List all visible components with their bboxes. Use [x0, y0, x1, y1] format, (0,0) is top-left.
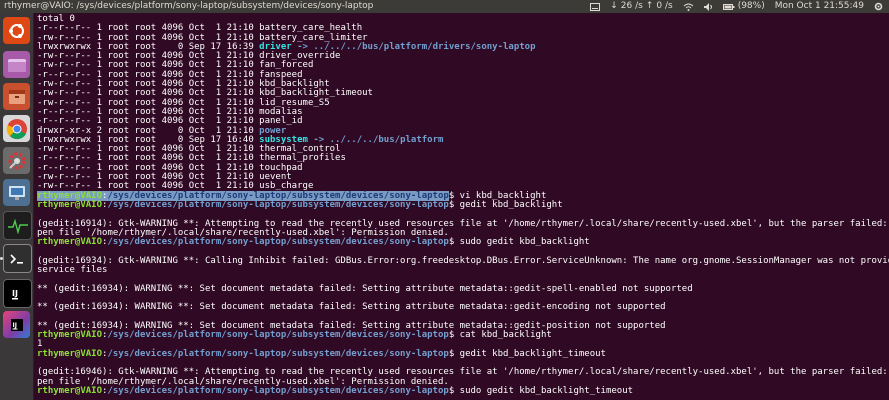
settings-launcher[interactable] — [3, 147, 30, 174]
output-text: service files — [37, 265, 108, 276]
network-download-label: 26 /s — [620, 1, 643, 11]
window-title: rthymer@VAIO: /sys/devices/platform/sony… — [4, 1, 374, 11]
prompt-symbol: $ — [448, 385, 460, 396]
session-indicator[interactable] — [874, 0, 883, 13]
launcher: IJ IJ — [0, 13, 34, 400]
prompt-line: rthymer@VAIO:/sys/devices/platform/sony-… — [37, 237, 889, 248]
chrome-launcher[interactable] — [3, 115, 30, 142]
top-panel: rthymer@VAIO: /sys/devices/platform/sony… — [0, 0, 889, 13]
indicator-area: ↓ 26 /s ↑ 0 /s (98%) Mon Oct 1 21:55:49 — [590, 0, 883, 13]
network-launcher[interactable] — [3, 179, 30, 206]
prompt-line: rthymer@VAIO:/sys/devices/platform/sony-… — [37, 385, 889, 396]
terminal-output[interactable]: total 0 -r--r--r-- 1 root root 4096 Oct 1… — [37, 14, 889, 396]
prompt-user: rthymer@VAIO — [37, 237, 103, 248]
output-line: service files — [37, 265, 889, 276]
output-text: (gedit:16934): Gtk-WARNING **: Calling I… — [37, 255, 889, 266]
arrow-up-icon: ↑ — [645, 1, 654, 11]
terminal-launcher[interactable] — [3, 244, 32, 273]
prompt-symbol: $ — [448, 348, 460, 359]
ubuntu-dash-button[interactable] — [3, 17, 30, 44]
battery-label: (98%) — [737, 1, 765, 11]
prompt-path: /sys/devices/platform/sony-laptop/subsys… — [107, 385, 449, 396]
intellij-icon: IJ — [9, 285, 26, 302]
wifi-indicator[interactable] — [683, 0, 694, 13]
chrome-icon — [6, 118, 27, 139]
command-text: cat kbd_backlight — [459, 330, 552, 341]
network-upload-label: 0 /s — [656, 1, 673, 11]
folder-icon — [7, 58, 26, 72]
prompt-line: rthymer@VAIO:/sys/devices/platform/sony-… — [37, 199, 889, 210]
monitor-icon — [8, 185, 25, 200]
output-line: ** (gedit:16934): WARNING **: Set docume… — [37, 303, 889, 312]
output-text: ** (gedit:16934): WARNING **: Set docume… — [37, 283, 693, 294]
terminal-icon — [9, 253, 23, 264]
intellij-ce-icon: IJ — [10, 318, 23, 331]
intellij-launcher[interactable]: IJ — [3, 279, 32, 308]
svg-text:IJ: IJ — [12, 322, 16, 329]
running-indicator — [0, 257, 3, 260]
prompt-user: rthymer@VAIO — [37, 385, 103, 396]
command-text: sudo gedit kbd_backlight — [459, 237, 590, 248]
sound-indicator[interactable] — [703, 0, 713, 13]
prompt-user: rthymer@VAIO — [37, 348, 103, 359]
arrow-down-icon: ↓ — [610, 1, 618, 11]
files-launcher[interactable] — [3, 51, 30, 78]
keyboard-indicator[interactable] — [590, 0, 601, 13]
prompt-path: /sys/devices/platform/sony-laptop/subsys… — [107, 330, 449, 341]
command-text: sudo gedit kbd_backlight_timeout — [459, 385, 634, 396]
system-monitor-icon — [7, 218, 28, 234]
wifi-icon — [683, 3, 694, 11]
ubuntu-logo-icon — [8, 23, 24, 38]
settings-icon — [8, 152, 25, 169]
battery-icon — [722, 3, 735, 10]
prompt-line: rthymer@VAIO:/sys/devices/platform/sony-… — [37, 330, 889, 341]
clock[interactable]: Mon Oct 1 21:55:49 — [775, 0, 864, 13]
command-text: gedit kbd_backlight — [459, 199, 563, 210]
output-line: ** (gedit:16934): WARNING **: Set docume… — [37, 283, 889, 294]
output-text: ** (gedit:16934): WARNING **: Set docume… — [37, 302, 666, 313]
prompt-path: /sys/devices/platform/sony-laptop/subsys… — [107, 348, 449, 359]
netspeed-indicator[interactable]: ↓ 26 /s ↑ 0 /s — [610, 0, 672, 13]
prompt: rthymer@VAIO:/sys/devices/platform/sony-… — [37, 200, 449, 210]
prompt: rthymer@VAIO:/sys/devices/platform/sony-… — [37, 237, 449, 247]
command-text: gedit kbd_backlight_timeout — [459, 348, 606, 359]
svg-text:IJ: IJ — [12, 289, 18, 298]
prompt-line: rthymer@VAIO:/sys/devices/platform/sony-… — [37, 348, 889, 359]
archive-icon — [8, 89, 25, 104]
keyboard-icon — [590, 2, 601, 11]
battery-indicator[interactable]: (98%) — [722, 0, 765, 13]
prompt-user: rthymer@VAIO — [37, 199, 103, 210]
prompt: rthymer@VAIO:/sys/devices/platform/sony-… — [37, 330, 449, 340]
intellij-ce-launcher[interactable]: IJ — [3, 311, 30, 338]
prompt: rthymer@VAIO:/sys/devices/platform/sony-… — [37, 386, 449, 396]
terminal-window[interactable]: total 0 -r--r--r-- 1 root root 4096 Oct 1… — [34, 13, 889, 400]
prompt-symbol: $ — [448, 330, 460, 341]
archive-launcher[interactable] — [3, 83, 30, 110]
gear-icon — [874, 2, 883, 11]
prompt-user: rthymer@VAIO — [37, 330, 103, 341]
prompt-path: /sys/devices/platform/sony-laptop/subsys… — [107, 237, 449, 248]
speaker-icon — [703, 2, 712, 11]
output-line: (gedit:16934): Gtk-WARNING **: Calling I… — [37, 255, 889, 266]
prompt: rthymer@VAIO:/sys/devices/platform/sony-… — [37, 349, 449, 359]
prompt-path: /sys/devices/platform/sony-laptop/subsys… — [107, 199, 449, 210]
system-monitor-launcher[interactable] — [3, 211, 32, 240]
prompt-symbol: $ — [448, 237, 460, 248]
prompt-symbol: $ — [448, 199, 460, 210]
